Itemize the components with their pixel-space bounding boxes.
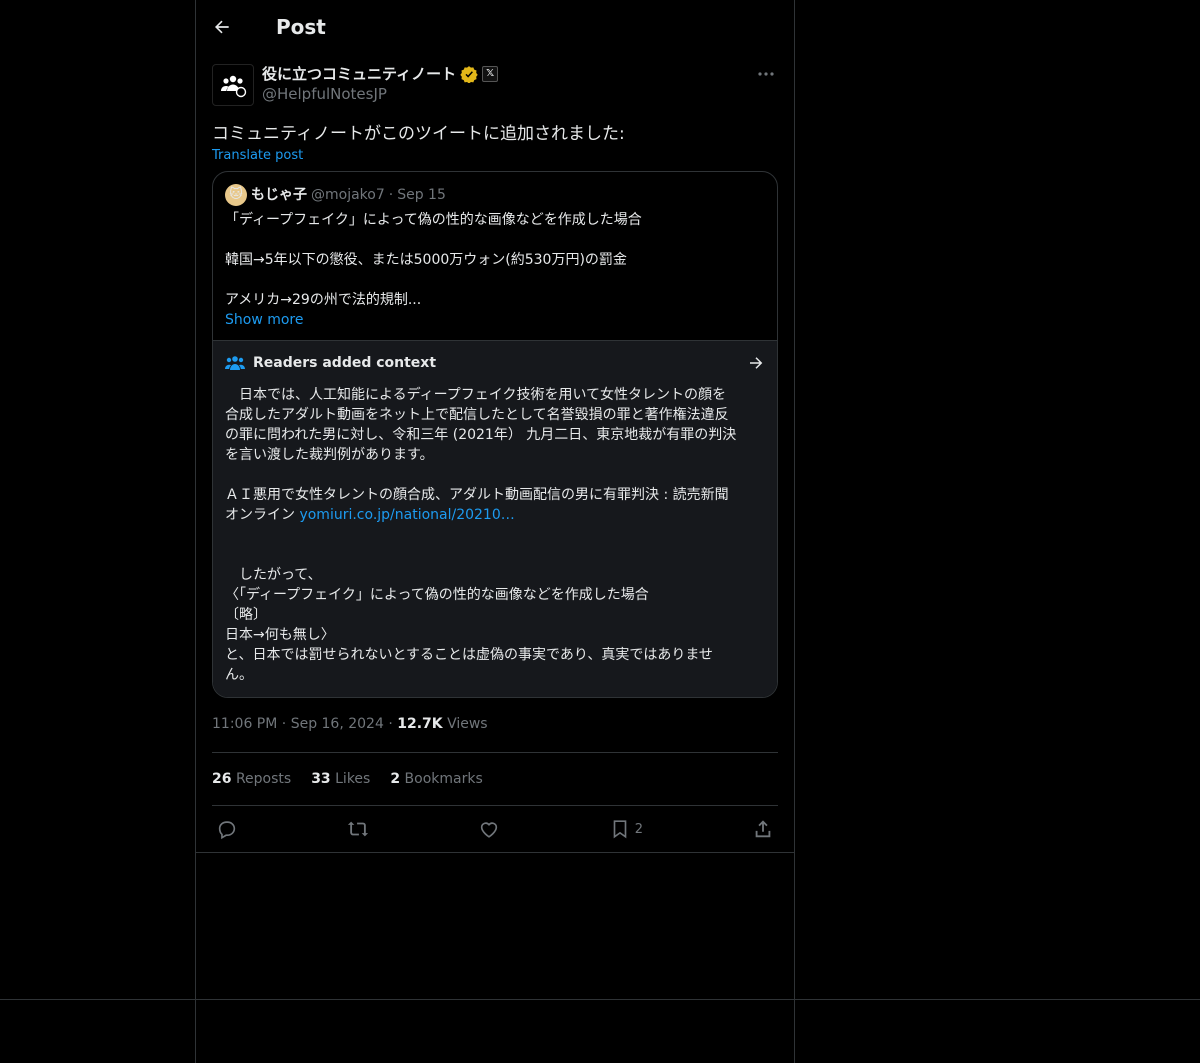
- back-button[interactable]: [204, 9, 240, 45]
- quoted-avatar: 🐱: [225, 184, 247, 206]
- quoted-post-body: 🐱 もじゃ子 @mojako7 · Sep 15 「ディープフェイク」によって偽…: [213, 172, 777, 340]
- reposts-label: Reposts: [235, 771, 292, 787]
- post-date[interactable]: Sep 16, 2024: [291, 716, 384, 732]
- heart-icon: [480, 822, 498, 838]
- right-column-border: [794, 0, 795, 1063]
- context-line: [225, 465, 765, 485]
- author-names: 役に立つコミュニティノート 𝕏 @HelpfulNotesJP: [262, 64, 499, 106]
- quoted-dot: ·: [388, 187, 394, 203]
- quoted-line: 「ディープフェイク」によって偽の性的な画像などを作成した場合: [225, 212, 642, 228]
- context-line: [225, 525, 765, 545]
- translate-post-link[interactable]: Translate post: [212, 148, 778, 163]
- context-line: を言い渡した裁判例があります。: [225, 447, 434, 463]
- avatar[interactable]: [212, 64, 254, 106]
- page-title: Post: [276, 15, 326, 39]
- reposts-stat[interactable]: 26 Reposts: [212, 771, 291, 787]
- quoted-name: もじゃ子: [251, 187, 307, 203]
- readers-context-header[interactable]: Readers added context: [225, 353, 765, 373]
- bookmarks-stat[interactable]: 2 Bookmarks: [390, 771, 482, 787]
- context-text: 日本では、人工知能によるディープフェイク技術を用いて女性タレントの顔を 合成した…: [225, 385, 765, 685]
- context-line: 日本では、人工知能によるディープフェイク技術を用いて女性タレントの顔を: [225, 387, 727, 403]
- post-text: コミュニティノートがこのツイートに追加されました:: [212, 124, 625, 144]
- reply-button[interactable]: [216, 818, 238, 840]
- author-row: 役に立つコミュニティノート 𝕏 @HelpfulNotesJP: [212, 64, 778, 106]
- views-label: Views: [447, 716, 488, 732]
- views-count: 12.7K: [397, 716, 443, 732]
- arrow-right-icon[interactable]: [747, 354, 765, 372]
- back-arrow-icon: [215, 20, 229, 34]
- more-options-button[interactable]: [754, 64, 778, 84]
- quoted-line: 韓国→5年以下の懲役、または5000万ウォン(約530万円)の罰金: [225, 252, 627, 268]
- reposts-count: 26: [212, 771, 232, 787]
- quoted-line: [225, 270, 765, 290]
- post-time[interactable]: 11:06 PM: [212, 716, 277, 732]
- share-icon: [755, 820, 771, 838]
- show-more-link[interactable]: Show more: [225, 310, 765, 330]
- quoted-handle: @mojako7: [311, 187, 385, 203]
- community-notes-icon: [221, 75, 247, 98]
- context-line: ん。: [225, 667, 253, 683]
- bookmark-button[interactable]: 2: [609, 818, 643, 840]
- bookmark-count: 2: [634, 821, 644, 837]
- quoted-line: アメリカ→29の州で法的規制...: [225, 292, 422, 308]
- context-line: 合成したアダルト動画をネット上で配信したとして名誉毀損の罪と著作権法違反: [225, 407, 729, 423]
- bookmarks-count: 2: [390, 771, 401, 787]
- verified-badge-icon[interactable]: [460, 65, 478, 83]
- likes-stat[interactable]: 33 Likes: [311, 771, 370, 787]
- post: 役に立つコミュニティノート 𝕏 @HelpfulNotesJP コミュニティノー…: [196, 64, 794, 853]
- context-line: の罪に問われた男に対し、令和三年 (2021年） 九月二日、東京地裁が有罪の判決: [225, 427, 737, 443]
- context-link-line: オンライン yomiuri.co.jp/national/20210…: [225, 505, 765, 525]
- meta-dot: ·: [388, 716, 393, 732]
- quoted-line: [225, 230, 765, 250]
- quoted-post[interactable]: 🐱 もじゃ子 @mojako7 · Sep 15 「ディープフェイク」によって偽…: [212, 171, 778, 698]
- author-handle[interactable]: @HelpfulNotesJP: [262, 84, 498, 104]
- quoted-post-header: 🐱 もじゃ子 @mojako7 · Sep 15: [225, 184, 765, 206]
- bookmark-icon: [613, 820, 627, 839]
- repost-icon: [347, 821, 369, 837]
- post-bottom-border: [196, 852, 794, 853]
- likes-count: 33: [311, 771, 331, 787]
- post-column: Post 役に立つコミュニティノート 𝕏 @HelpfulNotesJP コミュ…: [196, 0, 794, 853]
- like-button[interactable]: [478, 818, 500, 840]
- context-line: したがって、: [225, 567, 322, 583]
- x-affiliate-icon[interactable]: 𝕏: [482, 66, 499, 82]
- author-name-row: 役に立つコミュニティノート 𝕏: [262, 64, 499, 84]
- quoted-date: Sep 15: [397, 187, 446, 203]
- context-line: [225, 545, 765, 565]
- readers-context: Readers added context 日本では、人工知能によるディープフェ…: [213, 340, 777, 697]
- repost-button[interactable]: [347, 818, 369, 840]
- context-line: 〈「ディープフェイク」によって偽の性的な画像などを作成した場合: [225, 587, 649, 603]
- action-bar: 2: [212, 806, 778, 852]
- context-link-prefix: オンライン: [225, 507, 300, 523]
- context-line: 〔略〕: [225, 607, 267, 623]
- context-line: 日本→何も無し〉: [225, 627, 335, 643]
- bottom-divider: [0, 999, 1200, 1000]
- post-meta: 11:06 PM · Sep 16, 2024 · 12.7K Views: [212, 716, 778, 736]
- readers-context-title: Readers added context: [253, 355, 437, 371]
- context-line: ＡＩ悪用で女性タレントの顔合成、アダルト動画配信の男に有罪判決 : 読売新聞: [225, 487, 729, 503]
- more-dots-icon: [758, 72, 774, 76]
- engagement-stats: 26 Reposts 33 Likes 2 Bookmarks: [212, 753, 778, 805]
- readers-icon: [225, 356, 245, 370]
- quoted-text: 「ディープフェイク」によって偽の性的な画像などを作成した場合 韓国→5年以下の懲…: [225, 210, 765, 310]
- reply-icon: [218, 821, 236, 840]
- likes-label: Likes: [335, 771, 371, 787]
- author-display-name[interactable]: 役に立つコミュニティノート: [262, 64, 456, 84]
- bookmarks-label: Bookmarks: [404, 771, 483, 787]
- context-line: と、日本では罰せられないとすることは虚偽の事実であり、真実ではありませ: [225, 647, 713, 663]
- source-link[interactable]: yomiuri.co.jp/national/20210…: [299, 507, 514, 523]
- meta-dot: ·: [281, 716, 287, 732]
- page-header: Post: [196, 0, 794, 54]
- share-button[interactable]: [752, 818, 774, 840]
